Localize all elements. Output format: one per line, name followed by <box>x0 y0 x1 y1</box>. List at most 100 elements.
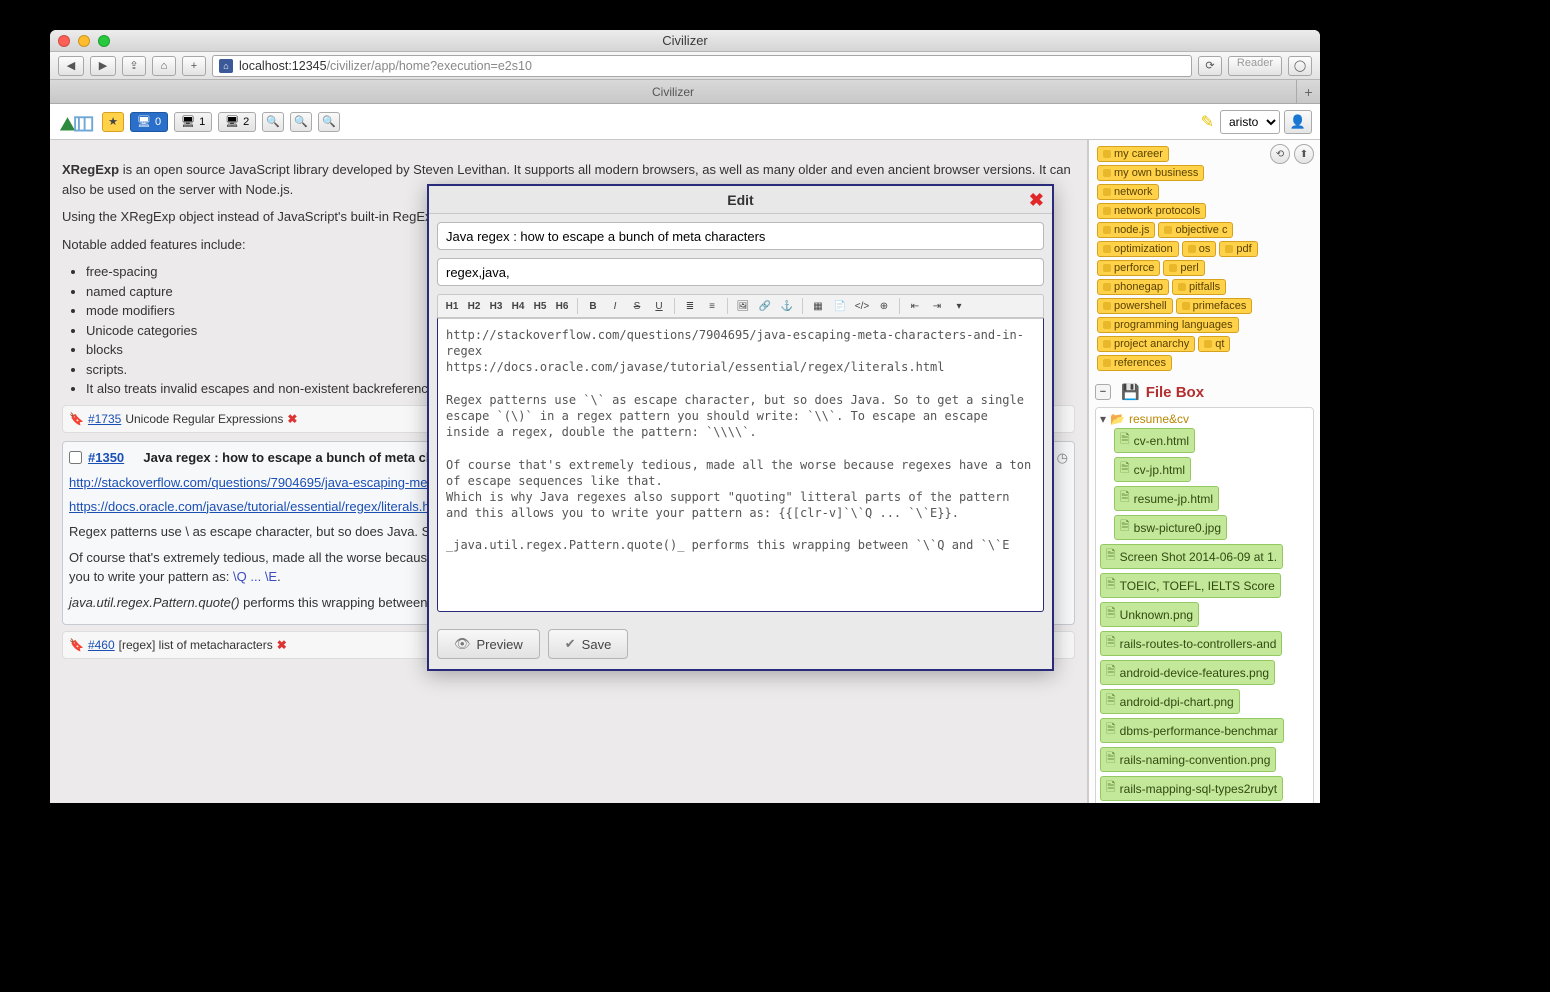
editor-textarea[interactable] <box>437 318 1044 612</box>
h3-button[interactable]: H3 <box>486 297 506 315</box>
image-button[interactable]: 🖼 <box>733 297 753 315</box>
check-icon: ✔ <box>565 636 576 652</box>
preview-button[interactable]: 👁Preview <box>437 629 540 659</box>
close-icon[interactable]: ✖ <box>1029 190 1044 211</box>
indent-button[interactable]: ⇥ <box>927 297 947 315</box>
file-item[interactable]: 🗎dbms-performance-benchmar <box>1100 718 1284 743</box>
save-icon[interactable]: 💾 <box>1121 383 1140 401</box>
link-button[interactable]: 🔗 <box>755 297 775 315</box>
h4-button[interactable]: H4 <box>508 297 528 315</box>
monitor-1-button[interactable]: 🖥 1 <box>174 112 212 132</box>
tag-network[interactable]: network <box>1097 184 1159 200</box>
user-profile-button[interactable]: 👤 <box>1284 110 1312 134</box>
tag-project-anarchy[interactable]: project anarchy <box>1097 336 1195 352</box>
bookmark-icon[interactable]: ★ <box>102 112 124 132</box>
search-button-1[interactable]: 🔍 <box>262 112 284 132</box>
tag-refresh-button[interactable]: ⟲ <box>1270 144 1290 164</box>
forward-button[interactable]: ▶ <box>90 56 116 76</box>
tag-qt[interactable]: qt <box>1198 336 1230 352</box>
tag-optimization[interactable]: optimization <box>1097 241 1179 257</box>
underline-button[interactable]: U <box>649 297 669 315</box>
bold-button[interactable]: B <box>583 297 603 315</box>
monitor-2-button[interactable]: 🖥 2 <box>218 112 256 132</box>
ol-button[interactable]: ≡ <box>702 297 722 315</box>
back-button[interactable]: ◀ <box>58 56 84 76</box>
browser-tab[interactable]: Civilizer <box>50 80 1296 103</box>
fragment-link-2[interactable]: https://docs.oracle.com/javase/tutorial/… <box>69 499 447 514</box>
dialog-title: Edit <box>727 192 753 208</box>
tag-perl[interactable]: perl <box>1163 260 1204 276</box>
code-button[interactable]: </> <box>852 297 872 315</box>
home-button[interactable]: ⌂ <box>152 56 176 76</box>
tag-up-button[interactable]: ⬆ <box>1294 144 1314 164</box>
tree-folder-root[interactable]: ▾📂 resume&cv <box>1100 412 1309 426</box>
tag-pdf[interactable]: pdf <box>1219 241 1257 257</box>
collapse-icon[interactable]: − <box>1095 384 1111 400</box>
reader-button[interactable]: Reader <box>1228 56 1282 76</box>
strike-button[interactable]: S <box>627 297 647 315</box>
tag-my-own-business[interactable]: my own business <box>1097 165 1204 181</box>
share-button[interactable]: ⇪ <box>122 56 146 76</box>
title-input[interactable] <box>437 222 1044 250</box>
h6-button[interactable]: H6 <box>552 297 572 315</box>
tags-input[interactable] <box>437 258 1044 286</box>
tag-objective-c[interactable]: objective c <box>1158 222 1233 238</box>
extensions-button[interactable]: ◯ <box>1288 56 1312 76</box>
tag-node.js[interactable]: node.js <box>1097 222 1155 238</box>
tag-os[interactable]: os <box>1182 241 1217 257</box>
related-link-460[interactable]: #460 <box>88 636 115 654</box>
file-item[interactable]: 🗎rails-routes-to-controllers-and <box>1100 631 1282 656</box>
fragment-checkbox[interactable] <box>69 451 82 464</box>
related-link-1735[interactable]: #1735 <box>88 410 121 428</box>
tag-icon: 🔖 <box>69 636 84 654</box>
file-item[interactable]: 🗎bsw-picture0.jpg <box>1114 515 1227 540</box>
expand-button[interactable]: ⊕ <box>874 297 894 315</box>
file-item[interactable]: 🗎TOEIC, TOEFL, IELTS Score <box>1100 573 1281 598</box>
tag-cloud: my career my own business network network p… <box>1095 144 1266 373</box>
file-button[interactable]: 📄 <box>830 297 850 315</box>
monitor-0-button[interactable]: 🖥 0 <box>130 112 168 132</box>
save-button[interactable]: ✔Save <box>548 629 629 659</box>
tag-my-career[interactable]: my career <box>1097 146 1169 162</box>
search-button-3[interactable]: 🔍 <box>318 112 340 132</box>
add-button[interactable]: + <box>182 56 206 76</box>
file-item[interactable]: 🗎cv-en.html <box>1114 428 1195 453</box>
url-bar[interactable]: ⌂ localhost:12345/civilizer/app/home?exe… <box>212 55 1192 77</box>
editor-toolbar: H1 H2 H3 H4 H5 H6 B I S U ≣ ≡ 🖼 🔗 <box>437 294 1044 318</box>
file-item[interactable]: 🗎android-device-features.png <box>1100 660 1275 685</box>
reload-button[interactable]: ⟳ <box>1198 56 1222 76</box>
file-item[interactable]: 🗎rails-naming-convention.png <box>1100 747 1276 772</box>
h5-button[interactable]: H5 <box>530 297 550 315</box>
italic-button[interactable]: I <box>605 297 625 315</box>
file-item[interactable]: 🗎resume-jp.html <box>1114 486 1219 511</box>
file-item[interactable]: 🗎android-dpi-chart.png <box>1100 689 1240 714</box>
fragment-id-link[interactable]: #1350 <box>88 448 124 468</box>
clock-icon: ◷ <box>1057 448 1068 468</box>
table-button[interactable]: ▦ <box>808 297 828 315</box>
tag-powershell[interactable]: powershell <box>1097 298 1173 314</box>
h1-button[interactable]: H1 <box>442 297 462 315</box>
tag-network-protocols[interactable]: network protocols <box>1097 203 1206 219</box>
tag-references[interactable]: references <box>1097 355 1172 371</box>
tag-phonegap[interactable]: phonegap <box>1097 279 1169 295</box>
tag-perforce[interactable]: perforce <box>1097 260 1160 276</box>
tag-primefaces[interactable]: primefaces <box>1176 298 1253 314</box>
search-button-2[interactable]: 🔍 <box>290 112 312 132</box>
ul-button[interactable]: ≣ <box>680 297 700 315</box>
remove-tag-icon[interactable]: ✖ <box>287 410 297 428</box>
remove-tag-icon[interactable]: ✖ <box>277 636 287 654</box>
highlighter-icon[interactable]: ✎ <box>1201 112 1214 132</box>
file-item[interactable]: 🗎rails-mapping-sql-types2rubyt <box>1100 776 1283 801</box>
file-item[interactable]: 🗎Screen Shot 2014-06-09 at 1. <box>1100 544 1283 569</box>
file-item[interactable]: 🗎Unknown.png <box>1100 602 1199 627</box>
tag-pitfalls[interactable]: pitfalls <box>1172 279 1226 295</box>
file-item[interactable]: 🗎cv-jp.html <box>1114 457 1191 482</box>
anchor-button[interactable]: ⚓ <box>777 297 797 315</box>
h2-button[interactable]: H2 <box>464 297 484 315</box>
user-select[interactable]: aristo <box>1220 110 1280 134</box>
tag-programming-languages[interactable]: programming languages <box>1097 317 1239 333</box>
new-tab-button[interactable]: + <box>1296 80 1320 103</box>
more-button[interactable]: ▾ <box>949 297 969 315</box>
dialog-titlebar[interactable]: Edit ✖ <box>429 186 1052 214</box>
outdent-button[interactable]: ⇤ <box>905 297 925 315</box>
